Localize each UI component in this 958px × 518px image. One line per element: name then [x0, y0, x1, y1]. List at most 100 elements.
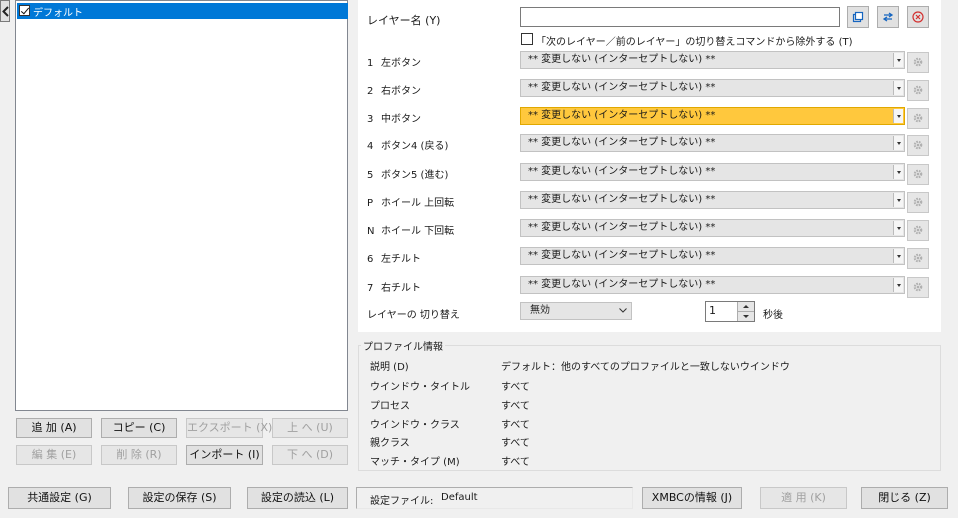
profile-info-label: 親クラス	[370, 438, 410, 449]
button-settings-button[interactable]	[907, 220, 929, 241]
config-file-box: 設定ファイル: Default	[356, 487, 633, 509]
dropdown-arrow-icon	[893, 221, 903, 235]
copy-button[interactable]: コピー (C)	[101, 418, 177, 438]
dropdown-arrow-icon	[893, 109, 903, 123]
apply-button[interactable]: 適 用 (K)	[760, 487, 847, 509]
button-action-select[interactable]: ** 変更しない (インターセプトしない) **	[520, 134, 905, 152]
button-action-select[interactable]: ** 変更しない (インターセプトしない) **	[520, 219, 905, 237]
delete-layer-button[interactable]	[907, 6, 929, 28]
button-action-select[interactable]: ** 変更しない (インターセプトしない) **	[520, 163, 905, 181]
profile-info-value: デフォルト：他のすべてのプロファイルと一致しないウインドウ	[501, 362, 790, 373]
button-number: N	[367, 226, 375, 237]
copy-layer-button[interactable]	[847, 6, 869, 28]
layer-switch-select[interactable]: 無効	[520, 302, 632, 320]
button-action-value: ** 変更しない (インターセプトしない) **	[528, 137, 716, 148]
layer-name-label: レイヤー名 (Y)	[367, 14, 441, 27]
save-settings-button[interactable]: 設定の保存 (S)	[128, 487, 231, 509]
collapse-panel-button[interactable]	[0, 0, 10, 22]
import-button[interactable]: インポート (I)	[186, 445, 263, 465]
button-name: 右チルト	[381, 283, 421, 294]
dropdown-arrow-icon	[893, 81, 903, 95]
profile-info-label: マッチ・タイプ (M)	[370, 457, 460, 468]
layer-name-input[interactable]	[520, 7, 840, 27]
move-up-button[interactable]: 上 へ (U)	[272, 418, 348, 438]
button-action-value: ** 変更しない (インターセプトしない) **	[528, 194, 716, 205]
chevron-left-icon	[2, 6, 9, 17]
layer-switch-seconds-stepper[interactable]: 1	[705, 301, 755, 322]
button-mapping-label: P ホイール 上回転	[367, 194, 454, 209]
button-mapping-label: 1 左ボタン	[367, 54, 421, 69]
button-number: 6	[367, 254, 374, 265]
button-settings-button[interactable]	[907, 277, 929, 298]
layer-switch-value: 無効	[530, 305, 550, 316]
swap-layer-button[interactable]	[877, 6, 899, 28]
button-settings-button[interactable]	[907, 80, 929, 101]
button-settings-button[interactable]	[907, 135, 929, 156]
button-mapping-label: 7 右チルト	[367, 279, 421, 294]
button-name: 中ボタン	[381, 114, 421, 125]
copy-icon	[852, 11, 864, 23]
stepper-up-button[interactable]	[738, 302, 754, 312]
button-name: ボタン5 (進む)	[381, 170, 449, 181]
button-action-select[interactable]: ** 変更しない (インターセプトしない) **	[520, 276, 905, 294]
button-action-value: ** 変更しない (インターセプトしない) **	[528, 82, 716, 93]
dropdown-arrow-icon	[893, 193, 903, 207]
button-mapping-label: 6 左チルト	[367, 250, 421, 265]
button-name: ホイール 下回転	[381, 226, 455, 237]
profile-tree[interactable]: デフォルト	[15, 0, 348, 411]
add-button[interactable]: 追 加 (A)	[16, 418, 92, 438]
button-number: P	[367, 198, 374, 209]
gear-icon	[913, 140, 923, 150]
export-button[interactable]: エクスポート (X)	[186, 418, 272, 438]
button-number: 7	[367, 283, 374, 294]
delete-icon	[912, 11, 924, 23]
stepper-down-button[interactable]	[738, 312, 754, 321]
layer-switch-label: レイヤーの 切り替え	[367, 310, 460, 321]
gear-icon	[913, 85, 923, 95]
profile-info-label: ウインドウ・タイトル	[370, 382, 470, 393]
button-settings-button[interactable]	[907, 192, 929, 213]
gear-icon	[913, 282, 923, 292]
button-name: 左チルト	[381, 254, 421, 265]
tree-item-default[interactable]: デフォルト	[17, 3, 348, 19]
seconds-unit-label: 秒後	[763, 310, 783, 321]
button-settings-button[interactable]	[907, 108, 929, 129]
tree-item-checkbox[interactable]	[19, 5, 30, 16]
button-mapping-label: 3 中ボタン	[367, 110, 421, 125]
button-action-select[interactable]: ** 変更しない (インターセプトしない) **	[520, 191, 905, 209]
close-button[interactable]: 閉じる (Z)	[861, 487, 948, 509]
gear-icon	[913, 225, 923, 235]
button-action-select[interactable]: ** 変更しない (インターセプトしない) **	[520, 51, 905, 69]
button-number: 3	[367, 114, 374, 125]
button-action-value: ** 変更しない (インターセプトしない) **	[528, 54, 716, 65]
profile-info-value: すべて	[501, 382, 530, 393]
button-action-select[interactable]: ** 変更しない (インターセプトしない) **	[520, 107, 905, 125]
button-action-value: ** 変更しない (インターセプトしない) **	[528, 279, 716, 290]
exclude-layer-checkbox[interactable]	[521, 33, 533, 45]
profile-info-value: すべて	[501, 457, 530, 468]
seconds-value: 1	[709, 304, 716, 317]
button-settings-button[interactable]	[907, 52, 929, 73]
button-number: 4	[367, 141, 374, 152]
gear-icon	[913, 113, 923, 123]
button-number: 2	[367, 86, 374, 97]
move-down-button[interactable]: 下 へ (D)	[272, 445, 348, 465]
chevron-down-icon	[619, 308, 627, 313]
button-mapping-label: 5 ボタン5 (進む)	[367, 166, 448, 181]
edit-button[interactable]: 編 集 (E)	[16, 445, 92, 465]
profile-info-label: プロセス	[370, 401, 410, 412]
button-mapping-label: N ホイール 下回転	[367, 222, 454, 237]
dropdown-arrow-icon	[893, 278, 903, 292]
button-action-select[interactable]: ** 変更しない (インターセプトしない) **	[520, 79, 905, 97]
button-action-select[interactable]: ** 変更しない (インターセプトしない) **	[520, 247, 905, 265]
button-settings-button[interactable]	[907, 164, 929, 185]
button-settings-button[interactable]	[907, 248, 929, 269]
profile-info-label: 説明 (D)	[370, 362, 409, 373]
delete-button[interactable]: 削 除 (R)	[101, 445, 177, 465]
about-button[interactable]: XMBCの情報 (J)	[642, 487, 742, 509]
dropdown-arrow-icon	[893, 165, 903, 179]
common-settings-button[interactable]: 共通設定 (G)	[8, 487, 111, 509]
load-settings-button[interactable]: 設定の読込 (L)	[247, 487, 348, 509]
button-name: 左ボタン	[381, 58, 421, 69]
button-number: 1	[367, 58, 374, 69]
